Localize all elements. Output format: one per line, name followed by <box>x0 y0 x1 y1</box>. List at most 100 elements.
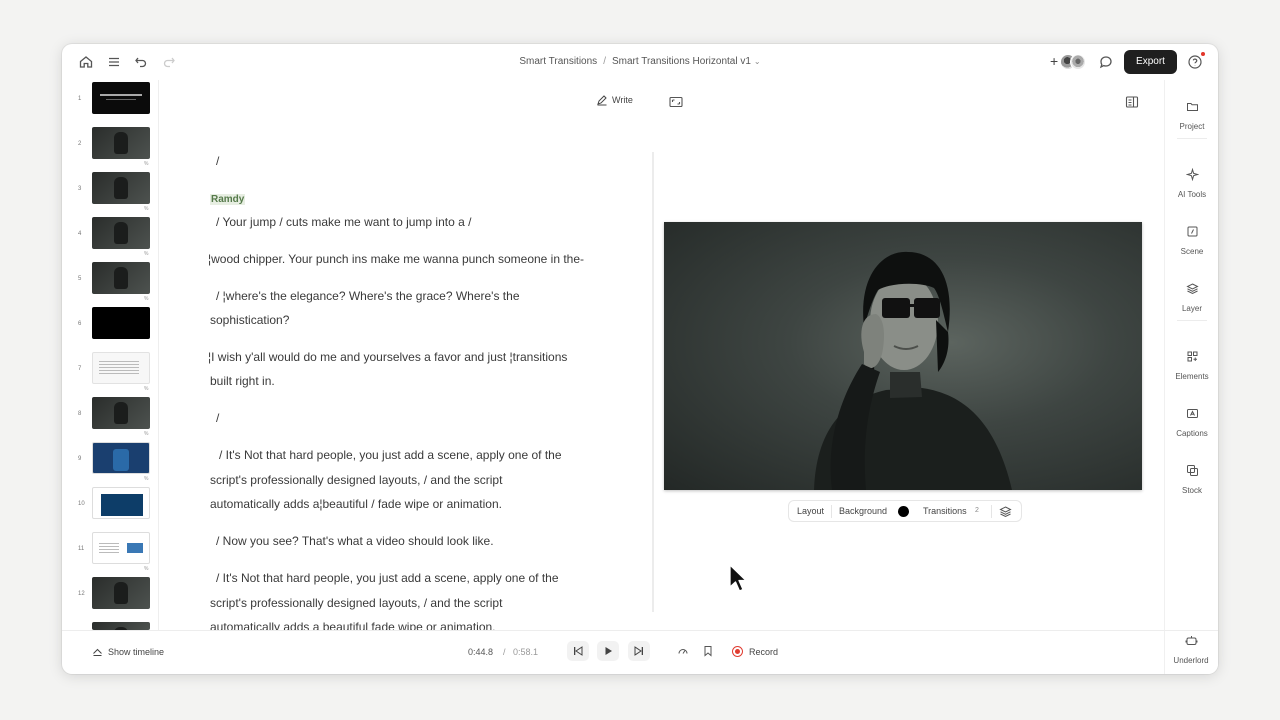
scene-image[interactable] <box>92 577 150 609</box>
script-line[interactable]: / <box>216 154 219 168</box>
link-icon: % <box>144 296 149 302</box>
sidebar-item-elements[interactable]: Elements <box>1165 350 1218 384</box>
script-line[interactable]: / It's Not that hard people, you just ad… <box>219 448 562 462</box>
scene-thumb[interactable]: 2 % <box>62 127 158 167</box>
speed-icon[interactable] <box>677 645 689 657</box>
script-line[interactable]: built right in. <box>210 374 275 388</box>
breadcrumb-project[interactable]: Smart Transitions <box>519 56 597 67</box>
skip-forward-button[interactable] <box>628 641 650 661</box>
scene-thumb[interactable]: 12 <box>62 577 158 617</box>
stock-icon <box>1186 465 1198 476</box>
sidebar-item-scene[interactable]: Scene <box>1165 225 1218 259</box>
scene-image[interactable] <box>92 487 150 519</box>
script-line[interactable]: ¦I wish y'all would do me and yourselves… <box>208 350 567 364</box>
scene-image[interactable] <box>92 127 150 159</box>
panel-toggle-icon[interactable] <box>1124 94 1140 110</box>
layout-button[interactable]: Layout <box>797 506 824 516</box>
export-button[interactable]: Export <box>1124 50 1177 74</box>
add-collaborator-icon[interactable]: + <box>1050 54 1058 68</box>
scene-image[interactable] <box>92 172 150 204</box>
scene-toolbar: Layout Background Transitions 2 <box>788 500 1022 522</box>
speaker-label[interactable]: Ramdy <box>210 194 246 205</box>
scene-thumb[interactable]: 5 % <box>62 262 158 302</box>
scene-thumb[interactable]: 11 % <box>62 532 158 572</box>
sidebar-item-captions[interactable]: Captions <box>1165 407 1218 441</box>
link-icon: % <box>144 431 149 437</box>
background-color-swatch[interactable] <box>898 506 909 517</box>
scene-thumb[interactable]: 6 <box>62 307 158 347</box>
scene-number: 4 <box>78 231 82 237</box>
script-line[interactable]: automatically adds a¦beautiful / fade wi… <box>210 497 502 511</box>
scene-thumb[interactable]: 4 % <box>62 217 158 257</box>
scene-number: 8 <box>78 411 82 417</box>
sparkle-icon <box>1185 168 1199 181</box>
sidebar-item-project[interactable]: Project <box>1165 100 1218 134</box>
transitions-button[interactable]: Transitions <box>923 506 967 516</box>
underlord-button[interactable]: Underlord <box>1164 634 1218 668</box>
time-total: 0:58.1 <box>513 647 539 657</box>
scene-number: 3 <box>78 186 82 192</box>
script-line[interactable]: automatically adds a beautiful fade wipe… <box>210 620 496 630</box>
mouse-cursor-icon <box>729 564 747 592</box>
scene-thumb[interactable]: 3 % <box>62 172 158 212</box>
comment-icon[interactable] <box>1098 54 1114 70</box>
script-line[interactable]: / <box>216 411 219 425</box>
panel-divider[interactable] <box>652 152 654 612</box>
chevron-down-icon[interactable]: ⌄ <box>754 57 761 66</box>
sidebar-item-layer[interactable]: Layer <box>1165 282 1218 316</box>
help-icon[interactable] <box>1187 54 1203 70</box>
scene-image[interactable] <box>92 82 150 114</box>
play-button[interactable] <box>597 641 619 661</box>
link-icon: % <box>144 566 149 572</box>
scene-thumb[interactable]: 8 % <box>62 397 158 437</box>
scene-image[interactable] <box>92 352 150 384</box>
timeline-icon <box>93 648 102 656</box>
script-line[interactable]: / ¦where's the elegance? Where's the gra… <box>216 289 520 303</box>
collaborators[interactable]: + <box>1050 52 1090 72</box>
scene-image[interactable] <box>92 532 150 564</box>
skip-back-button[interactable] <box>567 641 589 661</box>
show-timeline-button[interactable]: Show timeline <box>92 646 164 657</box>
breadcrumb-composition[interactable]: Smart Transitions Horizontal v1 <box>612 56 751 67</box>
scene-image[interactable] <box>92 217 150 249</box>
script-line[interactable]: / Now you see? That's what a video shoul… <box>216 534 494 548</box>
script-line[interactable]: script's professionally designed layouts… <box>210 473 502 487</box>
sidebar-item-stock[interactable]: Stock <box>1165 464 1218 498</box>
avatar[interactable] <box>1070 54 1086 70</box>
top-bar: Smart Transitions / Smart Transitions Hori… <box>62 44 1218 80</box>
script-line[interactable]: / Your jump / cuts make me want to jump … <box>216 215 471 229</box>
background-button[interactable]: Background <box>839 506 887 516</box>
aspect-ratio-icon[interactable] <box>668 94 684 110</box>
link-icon: % <box>144 251 149 257</box>
script-line[interactable]: script's professionally designed layouts… <box>210 596 502 610</box>
time-separator: / <box>503 647 506 657</box>
record-icon <box>732 646 743 657</box>
layers-icon[interactable] <box>999 505 1012 518</box>
scene-thumb[interactable]: 7 % <box>62 352 158 392</box>
scene-image[interactable] <box>92 622 150 630</box>
script-line[interactable]: / It's Not that hard people, you just ad… <box>216 571 559 585</box>
scene-image[interactable] <box>92 262 150 294</box>
scene-thumb[interactable]: 1 <box>62 82 158 122</box>
breadcrumb: Smart Transitions / Smart Transitions Hori… <box>62 56 1218 67</box>
scene-image[interactable] <box>92 307 150 339</box>
video-preview[interactable] <box>664 222 1142 490</box>
record-button[interactable]: Record <box>732 646 778 657</box>
scene-image[interactable] <box>92 442 150 474</box>
sidebar-item-label: Scene <box>1180 247 1204 256</box>
scene-number: 5 <box>78 276 82 282</box>
app-window: Smart Transitions / Smart Transitions Hori… <box>62 44 1218 674</box>
script-line[interactable]: sophistication? <box>210 313 289 327</box>
divider <box>1177 320 1207 321</box>
script-line[interactable]: ¦wood chipper. Your punch ins make me wa… <box>208 252 584 266</box>
scene-thumb[interactable]: 10 <box>62 487 158 527</box>
bookmark-icon[interactable] <box>702 645 714 657</box>
scene-thumb[interactable] <box>62 622 158 630</box>
elements-icon <box>1187 351 1197 362</box>
sidebar-item-label: Elements <box>1175 372 1209 381</box>
scene-thumb[interactable]: 9 % <box>62 442 158 482</box>
scene-image[interactable] <box>92 397 150 429</box>
sidebar-item-label: Stock <box>1181 486 1202 495</box>
sidebar-item-ai-tools[interactable]: AI Tools <box>1165 168 1218 202</box>
write-button[interactable]: Write <box>596 94 633 106</box>
